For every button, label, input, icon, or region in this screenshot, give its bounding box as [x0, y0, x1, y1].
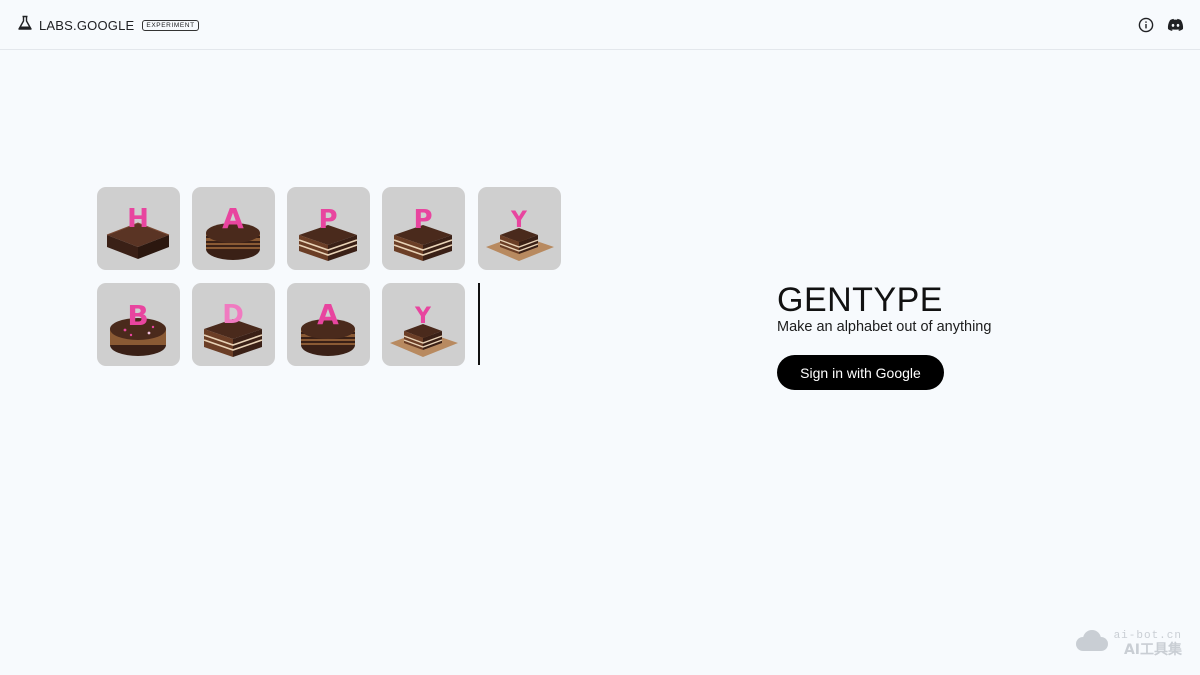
watermark-url: ai-bot.cn: [1113, 630, 1182, 642]
watermark: ai-bot.cn AI工具集: [1074, 629, 1182, 657]
page: LABS.GOOGLE EXPERIMENT H A P P Y B D A Y…: [0, 0, 1200, 675]
tile-p[interactable]: P: [287, 187, 370, 270]
experiment-badge: EXPERIMENT: [142, 20, 199, 31]
tile-letter: H: [127, 204, 149, 234]
tile-letter: Y: [414, 304, 432, 329]
header-icons: [1137, 16, 1184, 34]
discord-icon[interactable]: [1166, 16, 1184, 34]
layer-cake-icon: D: [203, 300, 263, 357]
tile-letter: A: [222, 202, 244, 235]
tile-letter: B: [127, 299, 148, 332]
tile-p[interactable]: P: [382, 187, 465, 270]
tile-d[interactable]: D: [192, 283, 275, 366]
text-cursor: [478, 283, 480, 365]
hero-section: GENTYPE Make an alphabet out of anything…: [777, 282, 991, 390]
square-cake-icon: H: [106, 204, 170, 259]
tile-h[interactable]: H: [97, 187, 180, 270]
flask-icon: [17, 15, 33, 36]
round-cake-icon: A: [301, 298, 355, 356]
labs-google-home-link[interactable]: LABS.GOOGLE EXPERIMENT: [17, 15, 199, 36]
brand-name: LABS.GOOGLE: [39, 18, 135, 33]
cake-slice-icon: Y: [486, 208, 554, 261]
watermark-label: AI工具集: [1123, 642, 1182, 658]
cloud-logo-icon: [1074, 629, 1108, 657]
cake-slice-icon: Y: [390, 304, 458, 357]
tile-a[interactable]: A: [192, 187, 275, 270]
tile-y[interactable]: Y: [478, 187, 561, 270]
tile-b[interactable]: B: [97, 283, 180, 366]
info-icon[interactable]: [1137, 16, 1155, 34]
tile-letter: A: [317, 298, 339, 331]
sign-in-with-google-button[interactable]: Sign in with Google: [777, 355, 944, 390]
tile-letter: P: [318, 205, 337, 235]
page-title: GENTYPE: [777, 281, 943, 319]
tile-letter: D: [222, 300, 244, 330]
tile-a[interactable]: A: [287, 283, 370, 366]
tile-y[interactable]: Y: [382, 283, 465, 366]
page-subtitle: Make an alphabet out of anything: [777, 319, 992, 335]
top-bar: LABS.GOOGLE EXPERIMENT: [0, 0, 1200, 50]
round-cake-icon: A: [206, 202, 260, 260]
tile-letter: Y: [510, 208, 528, 233]
layer-cake-icon: P: [298, 205, 358, 261]
donut-cake-icon: B: [110, 299, 166, 356]
tile-letter: P: [413, 205, 432, 235]
layer-cake-icon: P: [393, 205, 453, 261]
